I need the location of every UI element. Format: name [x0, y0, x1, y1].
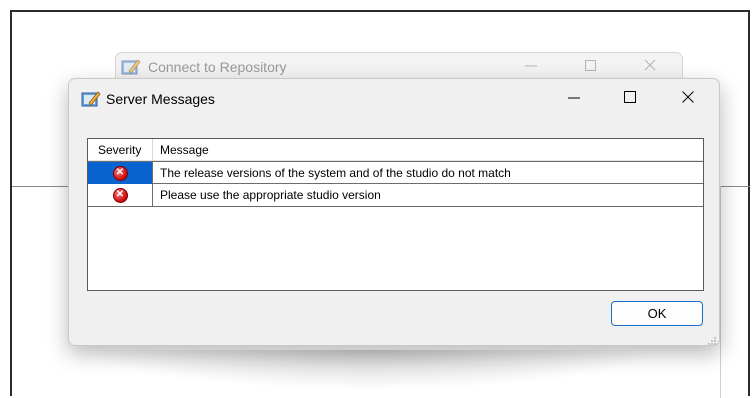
message-cell: Please use the appropriate studio versio… [160, 188, 381, 202]
ok-button[interactable]: OK [611, 301, 703, 326]
frame-divider [720, 186, 721, 398]
close-button[interactable] [665, 79, 711, 119]
frame-divider [720, 186, 750, 187]
column-header-message[interactable]: Message [160, 139, 209, 161]
maximize-icon[interactable] [584, 58, 598, 77]
maximize-button[interactable] [607, 79, 653, 119]
list-row[interactable]: ✕ Please use the appropriate studio vers… [88, 184, 703, 207]
list-row[interactable]: ✕ The release versions of the system and… [88, 161, 703, 184]
severity-cell: ✕ [88, 184, 153, 206]
app-icon [81, 90, 101, 113]
error-icon: ✕ [112, 187, 128, 203]
dialog-title: Server Messages [106, 91, 215, 107]
error-icon: ✕ [112, 165, 128, 181]
messages-list[interactable]: Severity Message ✕ The release versions … [87, 138, 704, 291]
list-header: Severity Message [88, 139, 703, 161]
minimize-icon [567, 90, 581, 109]
minimize-button[interactable] [551, 79, 597, 119]
severity-cell: ✕ [88, 162, 153, 184]
close-icon [681, 90, 695, 109]
column-header-severity[interactable]: Severity [88, 139, 153, 161]
frame-divider [12, 186, 68, 187]
close-icon[interactable] [643, 58, 657, 77]
minimize-icon[interactable] [524, 58, 538, 77]
resize-grip-icon[interactable] [707, 333, 717, 345]
background-window-title: Connect to Repository [148, 59, 287, 75]
server-messages-dialog: Server Messages Severity Message ✕ The r… [68, 78, 720, 346]
message-cell: The release versions of the system and o… [160, 166, 511, 180]
maximize-icon [623, 90, 637, 109]
window-shadow [90, 350, 650, 390]
